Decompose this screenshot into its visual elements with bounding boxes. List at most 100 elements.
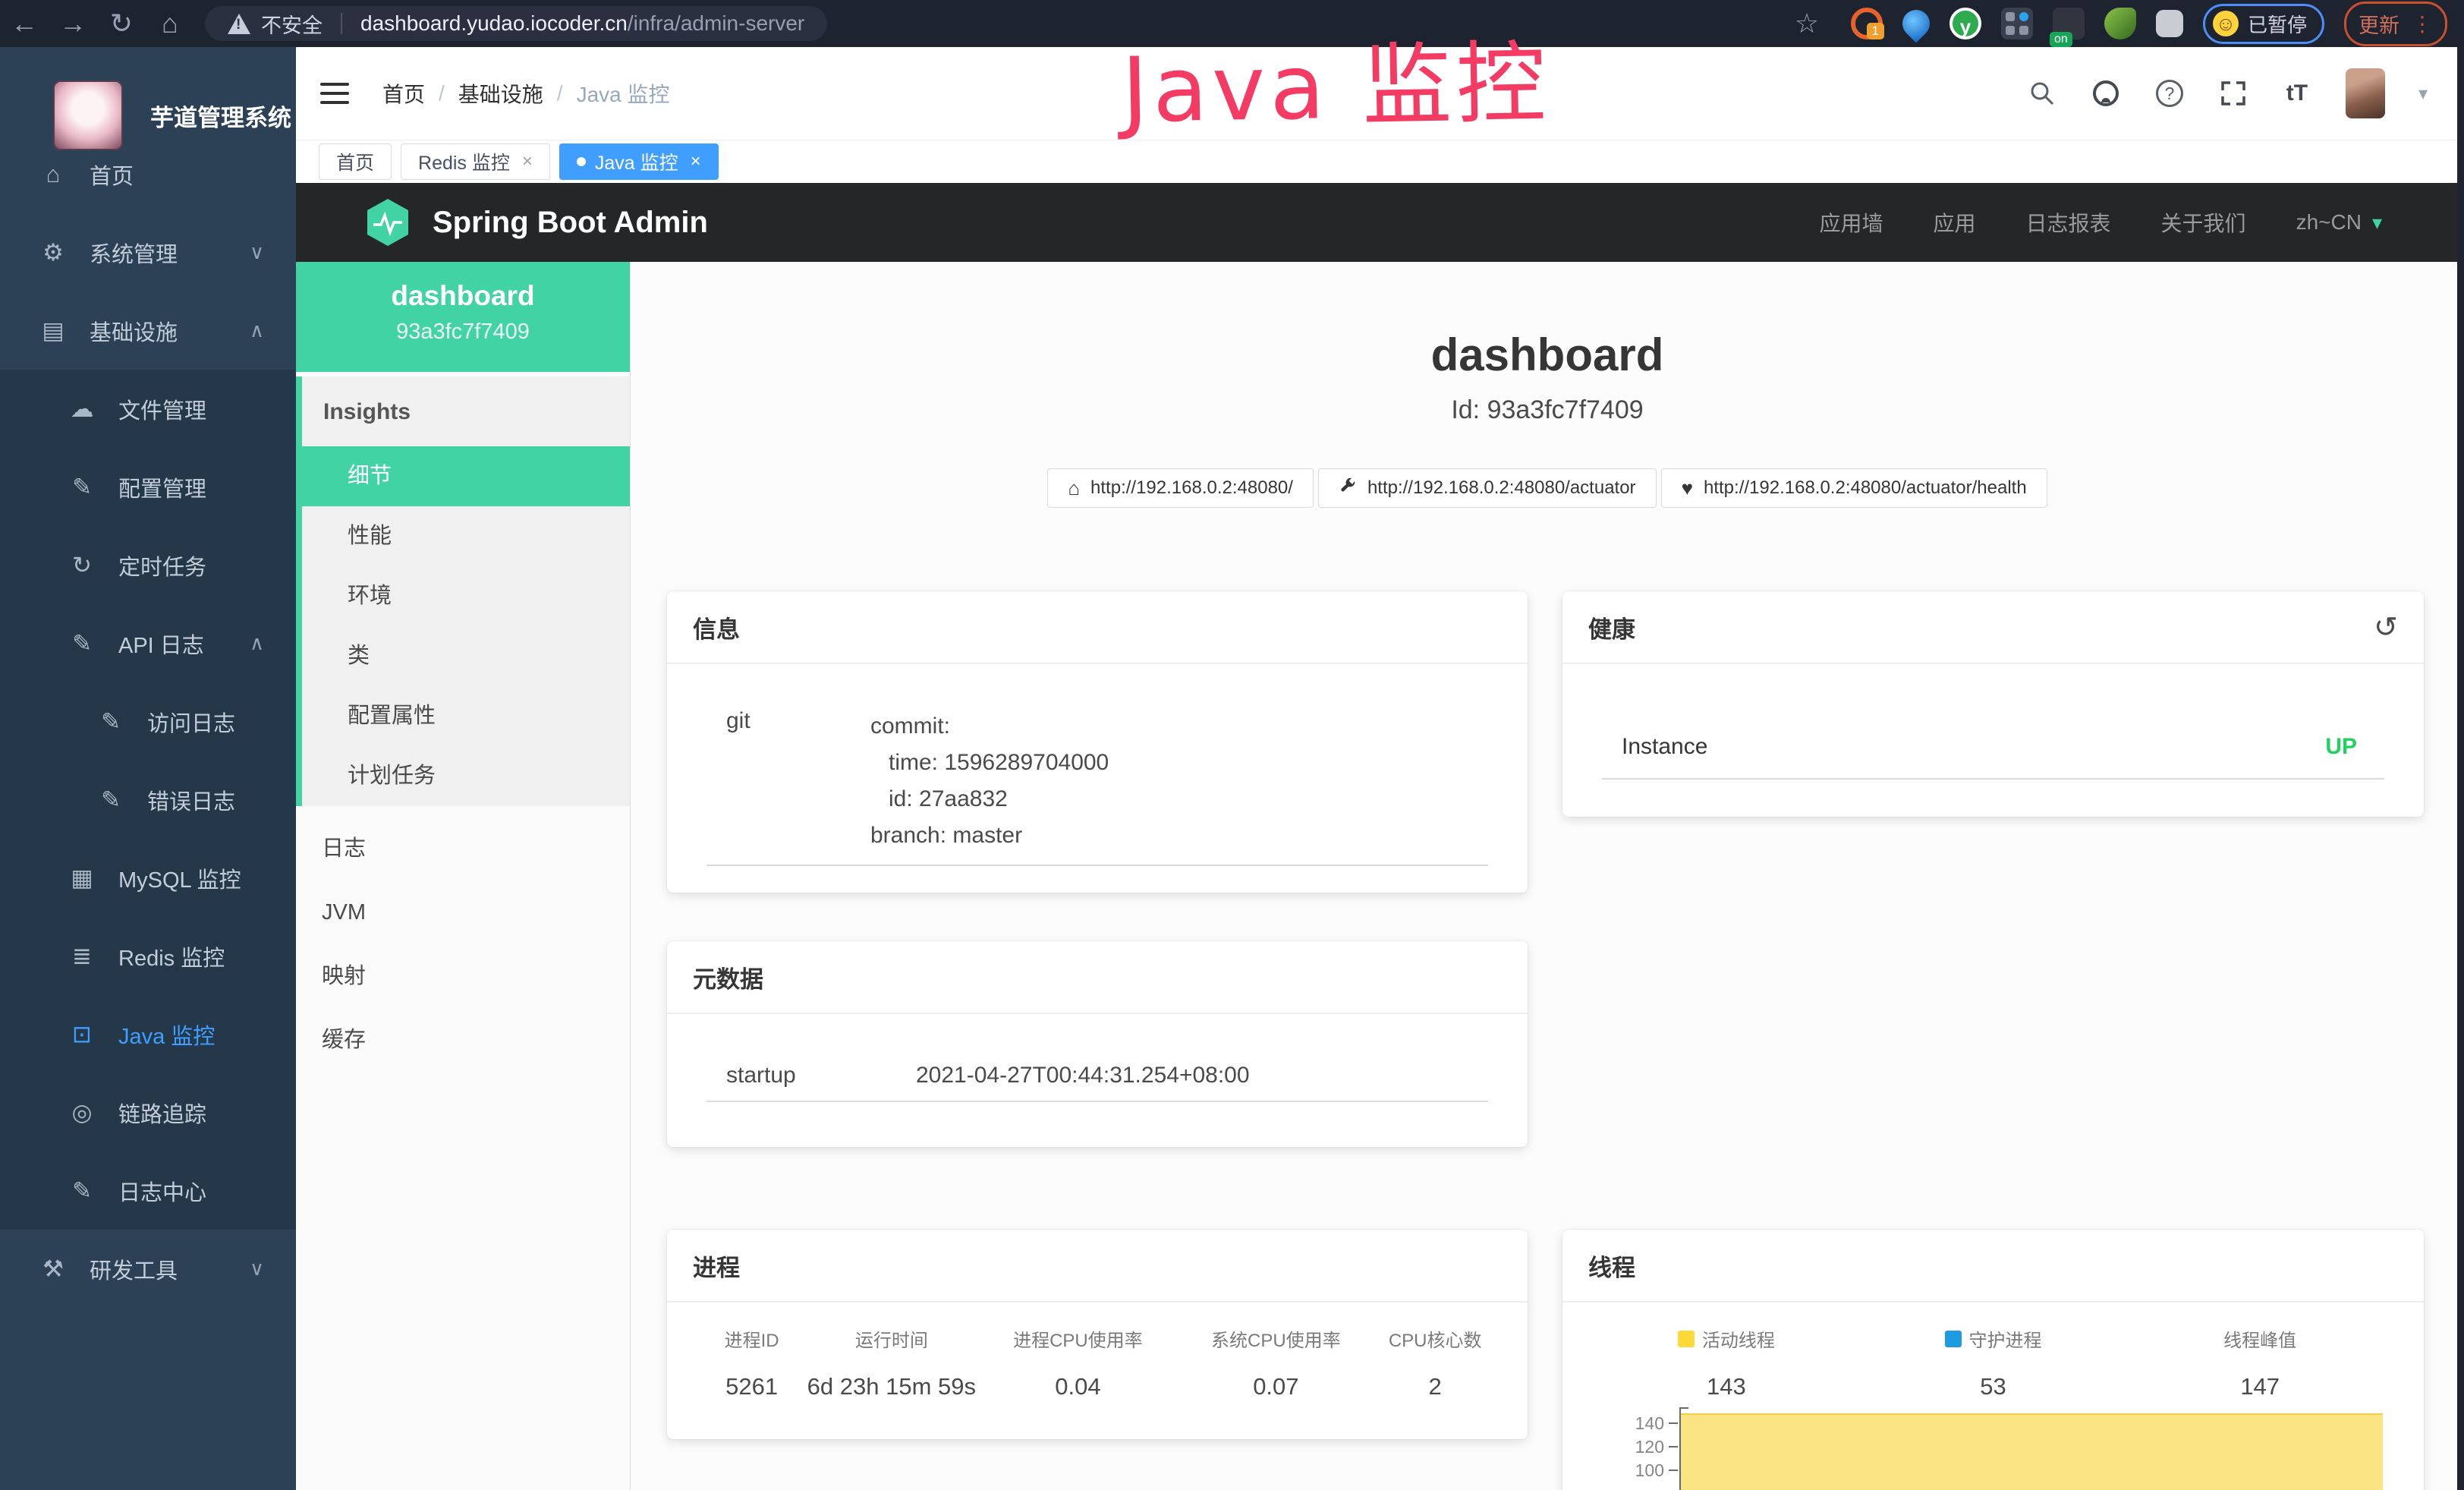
row-divider <box>706 1101 1488 1102</box>
threads-card: 线程 活动线程 143 守护进程 53 <box>1562 1230 2424 1490</box>
sba-item-mappings[interactable]: 映射 <box>296 944 630 1008</box>
sidebar-item-file-management[interactable]: ☁ 文件管理 <box>0 370 296 448</box>
sba-brand[interactable]: Spring Boot Admin <box>363 197 708 247</box>
sba-nav-applications[interactable]: 应用 <box>1934 207 1976 238</box>
sidebar-item-trace[interactable]: ◎ 链路追踪 <box>0 1073 296 1151</box>
health-card-title: 健康 <box>1588 610 1635 644</box>
on-badge: on <box>2050 32 2072 47</box>
back-icon[interactable]: ← <box>0 8 49 39</box>
on-switch-extension-icon[interactable]: on <box>2053 8 2085 39</box>
tab-java-monitor[interactable]: Java 监控 × <box>559 143 719 180</box>
browser-update-button[interactable]: 更新 ⋮ <box>2344 2 2447 46</box>
bookmark-star-icon[interactable]: ☆ <box>1783 8 1831 39</box>
sba-item-config-properties[interactable]: 配置属性 <box>302 686 630 746</box>
forward-icon[interactable]: → <box>49 8 97 39</box>
process-card-header: 进程 <box>667 1230 1528 1303</box>
extension-icon[interactable]: 1 <box>1851 8 1883 39</box>
close-icon[interactable]: × <box>522 151 533 172</box>
sidebar-item-redis-monitor[interactable]: ≣ Redis 监控 <box>0 917 296 995</box>
stat-value: 0.04 <box>977 1373 1179 1400</box>
search-icon[interactable] <box>2027 78 2057 109</box>
sidebar-item-system-management[interactable]: ⚙ 系统管理 ∨ <box>0 213 296 291</box>
sba-item-caches[interactable]: 缓存 <box>296 1008 630 1072</box>
sidebar-item-dev-tools[interactable]: ⚒ 研发工具 ∨ <box>0 1230 296 1308</box>
sba-item-classes[interactable]: 类 <box>302 626 630 686</box>
browser-menu-dots-icon[interactable]: ⋮ <box>2412 11 2433 36</box>
sidebar-item-log-center[interactable]: ✎ 日志中心 <box>0 1151 296 1230</box>
sidebar-item-access-logs[interactable]: ✎ 访问日志 <box>0 682 296 761</box>
breadcrumb-home[interactable]: 首页 <box>382 78 425 109</box>
sba-item-logs[interactable]: 日志 <box>296 817 630 880</box>
tab-home[interactable]: 首页 <box>319 143 392 180</box>
sba-sidebar: dashboard 93a3fc7f7409 Insights 细节 性能 环境… <box>296 262 631 1490</box>
help-icon[interactable]: ? <box>2154 78 2185 109</box>
locale-selector[interactable]: zh~CN ▾ <box>2296 210 2382 235</box>
location-pin-extension-icon[interactable] <box>1897 5 1936 43</box>
sba-nav-journal[interactable]: 日志报表 <box>2026 207 2111 238</box>
live-threads-stat: 活动线程 143 <box>1593 1325 1860 1400</box>
edit-icon: ✎ <box>65 1177 99 1205</box>
health-url-button[interactable]: ♥ http://192.168.0.2:48080/actuator/heal… <box>1661 468 2047 508</box>
sidebar-item-home[interactable]: ⌂ 首页 <box>0 135 296 213</box>
close-icon[interactable]: × <box>691 151 701 172</box>
open-tabs-bar: 首页 Redis 监控 × Java 监控 × <box>296 140 2464 183</box>
github-icon[interactable] <box>2091 78 2121 109</box>
admin-menu: ⌂ 首页 ⚙ 系统管理 ∨ ▤ 基础设施 ∧ ☁ 文件管理 ✎ 配置管 <box>0 135 296 1308</box>
reload-icon[interactable]: ↻ <box>97 8 146 39</box>
monitor-icon: ▤ <box>36 317 70 345</box>
grid-extension-icon[interactable] <box>2001 8 2033 39</box>
process-card: 进程 进程ID 5261 运行时间 6d 23h 15m 59s 进程CPU使用… <box>667 1230 1528 1439</box>
sidebar-item-label: 首页 <box>90 159 134 191</box>
header-actions: ? tT ▾ <box>2027 68 2464 118</box>
system-cpu-stat: 系统CPU使用率 0.07 <box>1179 1325 1373 1400</box>
sidebar-item-api-logs[interactable]: ✎ API 日志 ∧ <box>0 604 296 682</box>
sidebar-item-mysql-monitor[interactable]: ▦ MySQL 监控 <box>0 839 296 917</box>
paused-profile-chip[interactable]: ☺ 已暂停 <box>2203 4 2324 44</box>
leaf-extension-icon[interactable] <box>2104 8 2136 39</box>
sidebar-item-config-management[interactable]: ✎ 配置管理 <box>0 448 296 526</box>
fullscreen-icon[interactable] <box>2218 78 2248 109</box>
home-icon[interactable]: ⌂ <box>146 8 194 39</box>
sidebar-item-label: 日志中心 <box>118 1175 206 1207</box>
instance-label: Instance <box>1622 734 1707 760</box>
actuator-url-button[interactable]: http://192.168.0.2:48080/actuator <box>1318 468 1657 508</box>
avatar-caret-icon[interactable]: ▾ <box>2418 83 2428 105</box>
sidebar-item-label: Redis 监控 <box>118 940 225 972</box>
history-icon[interactable]: ↺ <box>2374 610 2398 644</box>
stat-header: 线程峰值 <box>2223 1325 2296 1352</box>
instance-health-row[interactable]: Instance UP <box>1602 734 2384 760</box>
sba-item-metrics[interactable]: 性能 <box>302 506 630 566</box>
green-y-extension-icon[interactable]: y <box>1949 8 1981 39</box>
extensions-puzzle-icon[interactable] <box>2156 10 2183 37</box>
insights-section-label: Insights <box>302 376 630 446</box>
sba-item-jvm[interactable]: JVM <box>296 880 630 944</box>
sidebar-item-label: 基础设施 <box>90 315 178 347</box>
instance-header[interactable]: dashboard 93a3fc7f7409 <box>296 262 630 372</box>
not-secure-label[interactable]: 不安全 <box>261 9 323 39</box>
infrastructure-submenu: ☁ 文件管理 ✎ 配置管理 ↻ 定时任务 ✎ API 日志 ∧ ✎ <box>0 370 296 1230</box>
sidebar-item-java-monitor[interactable]: ⊡ Java 监控 <box>0 995 296 1073</box>
user-avatar[interactable] <box>2346 68 2385 118</box>
wrench-icon <box>1339 477 1357 500</box>
sba-item-details[interactable]: 细节 <box>302 446 630 506</box>
hamburger-menu-icon[interactable] <box>320 83 349 104</box>
sidebar-item-scheduled-tasks[interactable]: ↻ 定时任务 <box>0 526 296 604</box>
extension-badge: 1 <box>1867 23 1884 39</box>
y-axis-tickmark <box>1669 1446 1678 1447</box>
y-axis-tick: 100 <box>1605 1460 1664 1481</box>
sidebar-item-error-logs[interactable]: ✎ 错误日志 <box>0 761 296 839</box>
breadcrumb-infrastructure[interactable]: 基础设施 <box>458 78 543 109</box>
tab-redis-monitor[interactable]: Redis 监控 × <box>401 143 550 180</box>
sba-nav-wallboard[interactable]: 应用墙 <box>1820 207 1883 238</box>
scrollbar[interactable] <box>2457 47 2464 1490</box>
sidebar-item-infrastructure[interactable]: ▤ 基础设施 ∧ <box>0 291 296 370</box>
startup-row: startup 2021-04-27T00:44:31.254+08:00 <box>706 1063 1488 1088</box>
address-bar[interactable]: 不安全 dashboard.yudao.iocoder.cn /infra/ad… <box>205 6 827 41</box>
sba-item-environment[interactable]: 环境 <box>302 566 630 626</box>
stat-value: 2 <box>1373 1373 1497 1400</box>
sba-nav-about[interactable]: 关于我们 <box>2161 207 2246 238</box>
y-axis-tickmark <box>1669 1422 1678 1424</box>
font-size-icon[interactable]: tT <box>2282 78 2312 109</box>
sba-item-scheduled-tasks[interactable]: 计划任务 <box>302 746 630 806</box>
service-url-button[interactable]: ⌂ http://192.168.0.2:48080/ <box>1047 468 1314 508</box>
